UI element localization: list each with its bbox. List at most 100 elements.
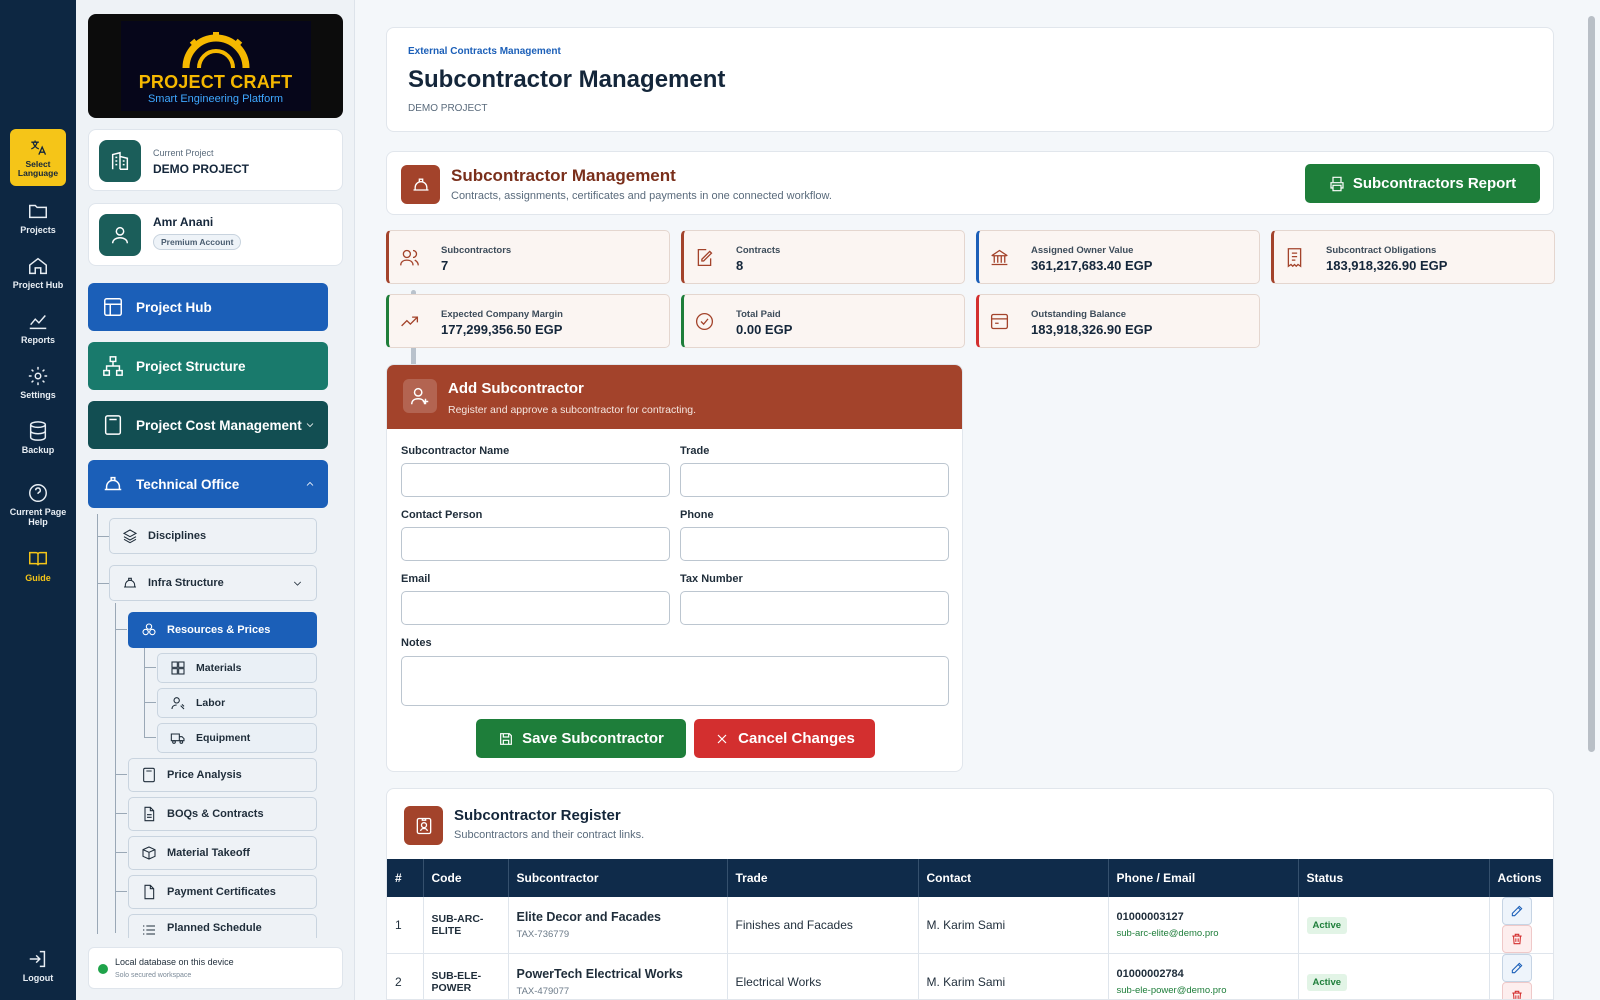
subcontractor-name: PowerTech Electrical Works	[516, 967, 683, 981]
col-contact[interactable]: Contact	[918, 859, 1109, 897]
logout-icon	[29, 950, 46, 968]
table-row[interactable]: 2 SUB-ELE-POWER PowerTech Electrical Wor…	[387, 953, 1553, 999]
nav-project-cost[interactable]: Project Cost Management	[88, 401, 328, 449]
stat-total-paid: Total Paid 0.00 EGP	[681, 294, 965, 348]
delete-button[interactable]	[1501, 982, 1532, 999]
contract-icon	[697, 248, 713, 267]
phone: 01000003127	[1116, 911, 1184, 923]
layout-icon	[104, 298, 122, 316]
trending-up-icon	[401, 316, 419, 327]
status-dot	[98, 964, 108, 974]
email-link[interactable]: sub-arc-elite@demo.pro	[1117, 928, 1298, 939]
edit-button[interactable]	[1501, 897, 1532, 925]
nav-materials[interactable]: Materials	[157, 653, 317, 683]
subcontractors-report-button[interactable]: Subcontractors Report	[1305, 164, 1540, 203]
calculator-icon	[104, 415, 122, 435]
nav-disciplines[interactable]: Disciplines	[109, 518, 317, 554]
rail-settings[interactable]: Settings	[0, 365, 76, 400]
notes-textarea[interactable]	[401, 656, 949, 706]
subcontractor-name-input[interactable]	[401, 463, 670, 497]
save-subcontractor-button[interactable]: Save Subcontractor	[476, 719, 686, 758]
status-badge: Active	[1306, 916, 1348, 934]
edit-button[interactable]	[1501, 954, 1532, 982]
cancel-changes-button[interactable]: Cancel Changes	[694, 719, 875, 758]
rail-logout[interactable]: Logout	[0, 948, 76, 983]
nav-boqs-contracts[interactable]: BOQs & Contracts	[128, 797, 317, 831]
nav-project-structure[interactable]: Project Structure	[88, 342, 328, 390]
email-input[interactable]	[401, 591, 670, 625]
hardhat-icon	[401, 165, 440, 204]
users-icon	[400, 249, 419, 266]
page-scrollbar[interactable]	[1588, 16, 1595, 752]
status-badge: Active	[1306, 973, 1348, 991]
col-index[interactable]: #	[387, 859, 424, 897]
nav-project-hub[interactable]: Project Hub	[88, 283, 328, 331]
register-table: # Code Subcontractor Trade Contact Phone…	[387, 859, 1553, 999]
project-subtitle: DEMO PROJECT	[408, 103, 488, 114]
inbox-icon	[990, 313, 1009, 330]
nav-equipment[interactable]: Equipment	[157, 723, 317, 753]
col-phone-email[interactable]: Phone / Email	[1108, 859, 1299, 897]
sidebar: PROJECT CRAFT Smart Engineering Platform…	[76, 0, 416, 1000]
nav-labor[interactable]: Labor	[157, 688, 317, 718]
nav-resources-prices[interactable]: Resources & Prices	[128, 612, 317, 648]
nav-technical-office[interactable]: Technical Office	[88, 460, 328, 508]
col-subcontractor[interactable]: Subcontractor	[508, 859, 728, 897]
hierarchy-icon	[103, 356, 123, 376]
rail-projects[interactable]: Projects	[0, 200, 76, 235]
col-code[interactable]: Code	[423, 859, 509, 897]
rail-guide[interactable]: Guide	[0, 548, 76, 583]
help-icon	[29, 484, 47, 502]
rail-backup[interactable]: Backup	[0, 420, 76, 455]
phone-input[interactable]	[680, 527, 949, 561]
current-project-card[interactable]: Current Project DEMO PROJECT	[88, 129, 343, 191]
register-title: Subcontractor Register	[454, 807, 621, 824]
rail-project-hub[interactable]: Project Hub	[0, 255, 76, 290]
calculator-icon	[143, 767, 155, 783]
nav-infra-structure[interactable]: Infra Structure	[109, 565, 317, 601]
stat-expected-margin: Expected Company Margin 177,299,356.50 E…	[386, 294, 670, 348]
page-header: External Contracts Management Subcontrac…	[386, 27, 1554, 132]
nav-material-takeoff[interactable]: Material Takeoff	[128, 836, 317, 870]
col-status[interactable]: Status	[1298, 859, 1490, 897]
trash-icon	[1511, 990, 1522, 999]
section-header: Subcontractor Management Contracts, assi…	[386, 151, 1554, 215]
user-card[interactable]: Amr Anani Premium Account	[88, 203, 343, 266]
trade-input[interactable]	[680, 463, 949, 497]
stat-outstanding-balance: Outstanding Balance 183,918,326.90 EGP	[976, 294, 1260, 348]
rail-help[interactable]: Current Page Help	[0, 482, 76, 527]
label-tax-number: Tax Number	[680, 573, 743, 585]
email-link[interactable]: sub-ele-power@demo.pro	[1117, 985, 1298, 996]
subcontractor-name: Elite Decor and Facades	[516, 910, 662, 924]
folder-icon	[29, 204, 47, 219]
nav-price-analysis[interactable]: Price Analysis	[128, 758, 317, 792]
nav-planned-schedule[interactable]: Planned Schedule	[128, 914, 317, 938]
col-trade[interactable]: Trade	[727, 859, 919, 897]
tax-number-input[interactable]	[680, 591, 949, 625]
file-icon	[144, 884, 155, 900]
form-title: Add Subcontractor	[448, 380, 584, 397]
building-icon	[99, 140, 141, 182]
subcontractor-register: Subcontractor Register Subcontractors an…	[386, 788, 1554, 1000]
contact-person-input[interactable]	[401, 527, 670, 561]
list-icon	[143, 925, 155, 935]
nav-payment-certificates[interactable]: Payment Certificates	[128, 875, 317, 909]
edit-icon	[1511, 905, 1522, 917]
delete-button[interactable]	[1501, 925, 1532, 953]
label-contact-person: Contact Person	[401, 509, 483, 521]
stat-subcontractors: Subcontractors 7	[386, 230, 670, 284]
breadcrumb[interactable]: External Contracts Management	[408, 46, 561, 57]
phone: 01000002784	[1116, 968, 1184, 980]
current-project-name: DEMO PROJECT	[153, 162, 250, 176]
table-row[interactable]: 1 SUB-ARC-ELITE Elite Decor and Facades …	[387, 897, 1553, 954]
layers-icon	[122, 529, 138, 544]
user-plus-icon	[403, 379, 437, 413]
premium-badge: Premium Account	[153, 234, 242, 250]
select-language-button[interactable]: Select Language	[10, 129, 66, 186]
database-status: Local database on this device Solo secur…	[88, 947, 343, 989]
app-logo: PROJECT CRAFT Smart Engineering Platform	[88, 14, 343, 118]
section-subtitle: Contracts, assignments, certificates and…	[451, 190, 832, 202]
rail-reports[interactable]: Reports	[0, 310, 76, 345]
box-icon	[142, 846, 156, 860]
check-badge-icon	[695, 312, 714, 331]
